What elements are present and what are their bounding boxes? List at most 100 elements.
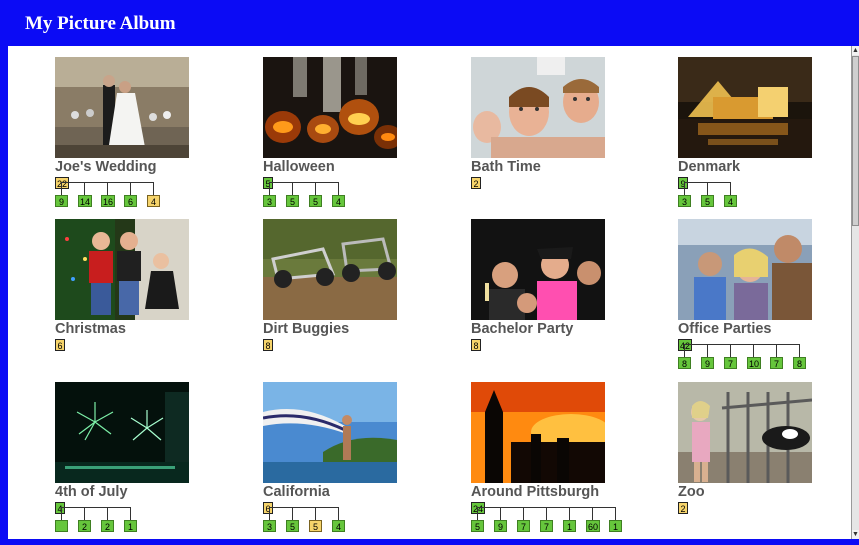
album-thumbnail[interactable] [678,57,812,158]
subalbum-count-badge[interactable]: 9 [701,357,714,369]
tree-connector [707,344,708,357]
album-card-christmas[interactable]: Christmas 6 [55,219,245,379]
subalbum-count-badge[interactable]: 7 [540,520,553,532]
subalbum-count-badge[interactable]: 5 [286,195,299,207]
tree-connector [707,182,708,195]
album-title[interactable]: California [263,484,330,500]
tree-connector [592,507,593,520]
album-total-badge[interactable]: 6 [55,339,65,351]
album-card-bath-time[interactable]: Bath Time 2 [471,57,661,217]
window-title: My Picture Album [25,13,176,34]
subalbum-count-badge[interactable]: 7 [724,357,737,369]
album-card-california[interactable]: California 6 3 5 5 4 [263,382,453,539]
subalbum-count-badge[interactable]: 7 [770,357,783,369]
album-total-badge[interactable]: 6 [263,502,273,514]
album-grid: Joe's Wedding 22 9 14 16 6 4 Halloween 5 3 5 5 4 Bath… [8,46,851,539]
subalbum-count-badge[interactable]: 8 [678,357,691,369]
album-title[interactable]: 4th of July [55,484,128,500]
album-card-zoo[interactable]: Zoo 2 [678,382,851,539]
tree-connector [684,182,685,195]
album-thumbnail[interactable] [471,382,605,483]
album-total-badge[interactable]: 2 [678,502,688,514]
subalbum-count-badge[interactable]: 3 [263,195,276,207]
album-thumbnail[interactable] [678,219,812,320]
album-total-badge[interactable]: 22 [55,177,70,189]
subalbum-count-badge[interactable]: 5 [309,520,322,532]
album-thumbnail[interactable] [55,57,189,158]
album-title[interactable]: Joe's Wedding [55,159,156,175]
album-title[interactable]: Denmark [678,159,740,175]
album-card-4th-of-july[interactable]: 4th of July 4 2 2 1 [55,382,245,539]
album-total-badge[interactable]: 4 [55,502,65,514]
album-title[interactable]: Halloween [263,159,335,175]
tree-connector [292,182,293,195]
album-total-badge[interactable]: 9 [678,177,688,189]
album-thumbnail[interactable] [263,57,397,158]
album-total-badge[interactable]: 24 [471,502,486,514]
subalbum-count-badge[interactable]: 10 [747,357,762,369]
album-card-denmark[interactable]: Denmark 9 3 5 4 [678,57,851,217]
subalbum-count-badge[interactable]: 9 [55,195,68,207]
party-group-photo [471,219,605,320]
album-count-tree: 9 354 [678,177,851,217]
subalbum-count-badge[interactable]: 6 [124,195,137,207]
scroll-up-icon[interactable]: ▲ [852,46,859,55]
subalbum-count-badge[interactable]: 1 [609,520,622,532]
album-card-halloween[interactable]: Halloween 5 3 5 5 4 [263,57,453,217]
subalbum-count-badge[interactable]: 5 [471,520,484,532]
album-title[interactable]: Bachelor Party [471,321,573,337]
tree-connector [523,507,524,520]
album-thumbnail[interactable] [678,382,812,483]
album-thumbnail[interactable] [471,57,605,158]
tree-connector [500,507,501,520]
subalbum-count-badge[interactable]: 4 [332,195,345,207]
subalbum-count-badge[interactable]: 9 [494,520,507,532]
subalbum-count-badge[interactable]: 2 [101,520,114,532]
album-total-badge[interactable]: 8 [263,339,273,351]
album-total-badge[interactable]: 8 [471,339,481,351]
subalbum-count-badge[interactable]: 4 [147,195,160,207]
album-title[interactable]: Around Pittsburgh [471,484,599,500]
subalbum-count-badge[interactable]: 8 [793,357,806,369]
album-title[interactable]: Bath Time [471,159,541,175]
album-thumbnail[interactable] [55,382,189,483]
vertical-scrollbar[interactable]: ▲ ▼ [851,46,859,539]
subalbum-count-badge[interactable]: 2 [78,520,91,532]
album-title[interactable]: Zoo [678,484,705,500]
album-total-badge[interactable]: 42 [678,339,693,351]
subalbum-count-badge[interactable] [55,520,68,532]
album-card-bachelor-party[interactable]: Bachelor Party 8 [471,219,661,379]
subalbum-count-badge[interactable]: 5 [701,195,714,207]
subalbum-count-badge[interactable]: 60 [586,520,601,532]
tree-connector [84,507,85,520]
tree-connector [569,507,570,520]
subalbum-count-badge[interactable]: 7 [517,520,530,532]
subalbum-count-badge[interactable]: 5 [286,520,299,532]
album-title[interactable]: Dirt Buggies [263,321,349,337]
album-card-office-parties[interactable]: Office Parties 42 8 9 7 10 7 8 [678,219,851,379]
subalbum-count-badge[interactable]: 4 [332,520,345,532]
album-thumbnail[interactable] [55,219,189,320]
subalbum-count-badge[interactable]: 14 [78,195,93,207]
tree-connector [269,182,338,183]
subalbum-count-badge[interactable]: 3 [263,520,276,532]
subalbum-count-badge[interactable]: 1 [124,520,137,532]
album-total-badge[interactable]: 2 [471,177,481,189]
album-card-joe-s-wedding[interactable]: Joe's Wedding 22 9 14 16 6 4 [55,57,245,217]
album-total-badge[interactable]: 5 [263,177,273,189]
album-thumbnail[interactable] [263,382,397,483]
subalbum-count-badge[interactable]: 16 [101,195,116,207]
album-card-around-pittsburgh[interactable]: Around Pittsburgh 24 5 9 7 7 1 60 1 [471,382,661,539]
album-thumbnail[interactable] [263,219,397,320]
subalbum-count-badge[interactable]: 5 [309,195,322,207]
album-card-dirt-buggies[interactable]: Dirt Buggies 8 [263,219,453,379]
album-title[interactable]: Christmas [55,321,126,337]
album-thumbnail[interactable] [471,219,605,320]
kids-by-tree-photo [55,219,189,320]
subalbum-count-badge[interactable]: 1 [563,520,576,532]
scroll-thumb[interactable] [852,56,859,226]
subalbum-count-badge[interactable]: 3 [678,195,691,207]
subalbum-count-badge[interactable]: 4 [724,195,737,207]
scroll-down-icon[interactable]: ▼ [852,530,859,539]
album-title[interactable]: Office Parties [678,321,772,337]
